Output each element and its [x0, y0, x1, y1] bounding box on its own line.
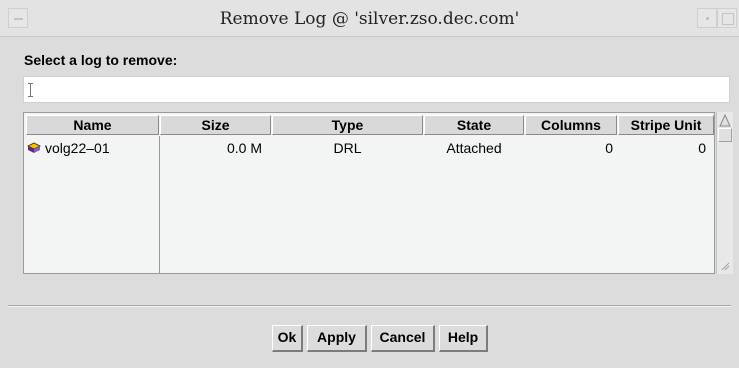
resize-grip-icon[interactable]: [721, 262, 730, 271]
window-title: Remove Log @ 'silver.zso.dec.com': [219, 9, 520, 29]
cell-size: 0.0 M: [226, 140, 262, 156]
text-cursor-icon: [28, 83, 33, 97]
table-vertical-scrollbar[interactable]: [716, 112, 733, 274]
button-separator: [8, 305, 731, 307]
log-name-input[interactable]: [23, 76, 730, 103]
scroll-up-arrow-icon[interactable]: [719, 114, 731, 128]
volume-log-icon: [27, 142, 41, 153]
ok-button[interactable]: Ok: [272, 325, 303, 352]
cancel-button[interactable]: Cancel: [371, 325, 435, 352]
maximize-button[interactable]: [717, 8, 737, 28]
title-bar[interactable]: Remove Log @ 'silver.zso.dec.com': [0, 0, 739, 37]
cell-stripe-unit: 0: [698, 140, 706, 156]
select-log-label: Select a log to remove:: [24, 52, 178, 68]
scroll-thumb[interactable]: [718, 128, 732, 142]
dialog-buttons: Ok Apply Cancel Help: [0, 325, 739, 352]
apply-button[interactable]: Apply: [307, 325, 367, 352]
remove-log-dialog: Remove Log @ 'silver.zso.dec.com' Select…: [0, 0, 739, 368]
minimize-button[interactable]: [697, 8, 717, 28]
cell-name: volg22–01: [45, 140, 110, 156]
help-button[interactable]: Help: [439, 325, 488, 352]
cell-columns: 0: [605, 140, 613, 156]
cell-state: Attached: [446, 140, 502, 156]
cell-type: DRL: [333, 140, 362, 156]
table-row[interactable]: volg22–01 0.0 M DRL Attached 0 0: [24, 113, 714, 161]
log-table: Name Size Type State Columns Stripe Unit…: [23, 112, 715, 274]
